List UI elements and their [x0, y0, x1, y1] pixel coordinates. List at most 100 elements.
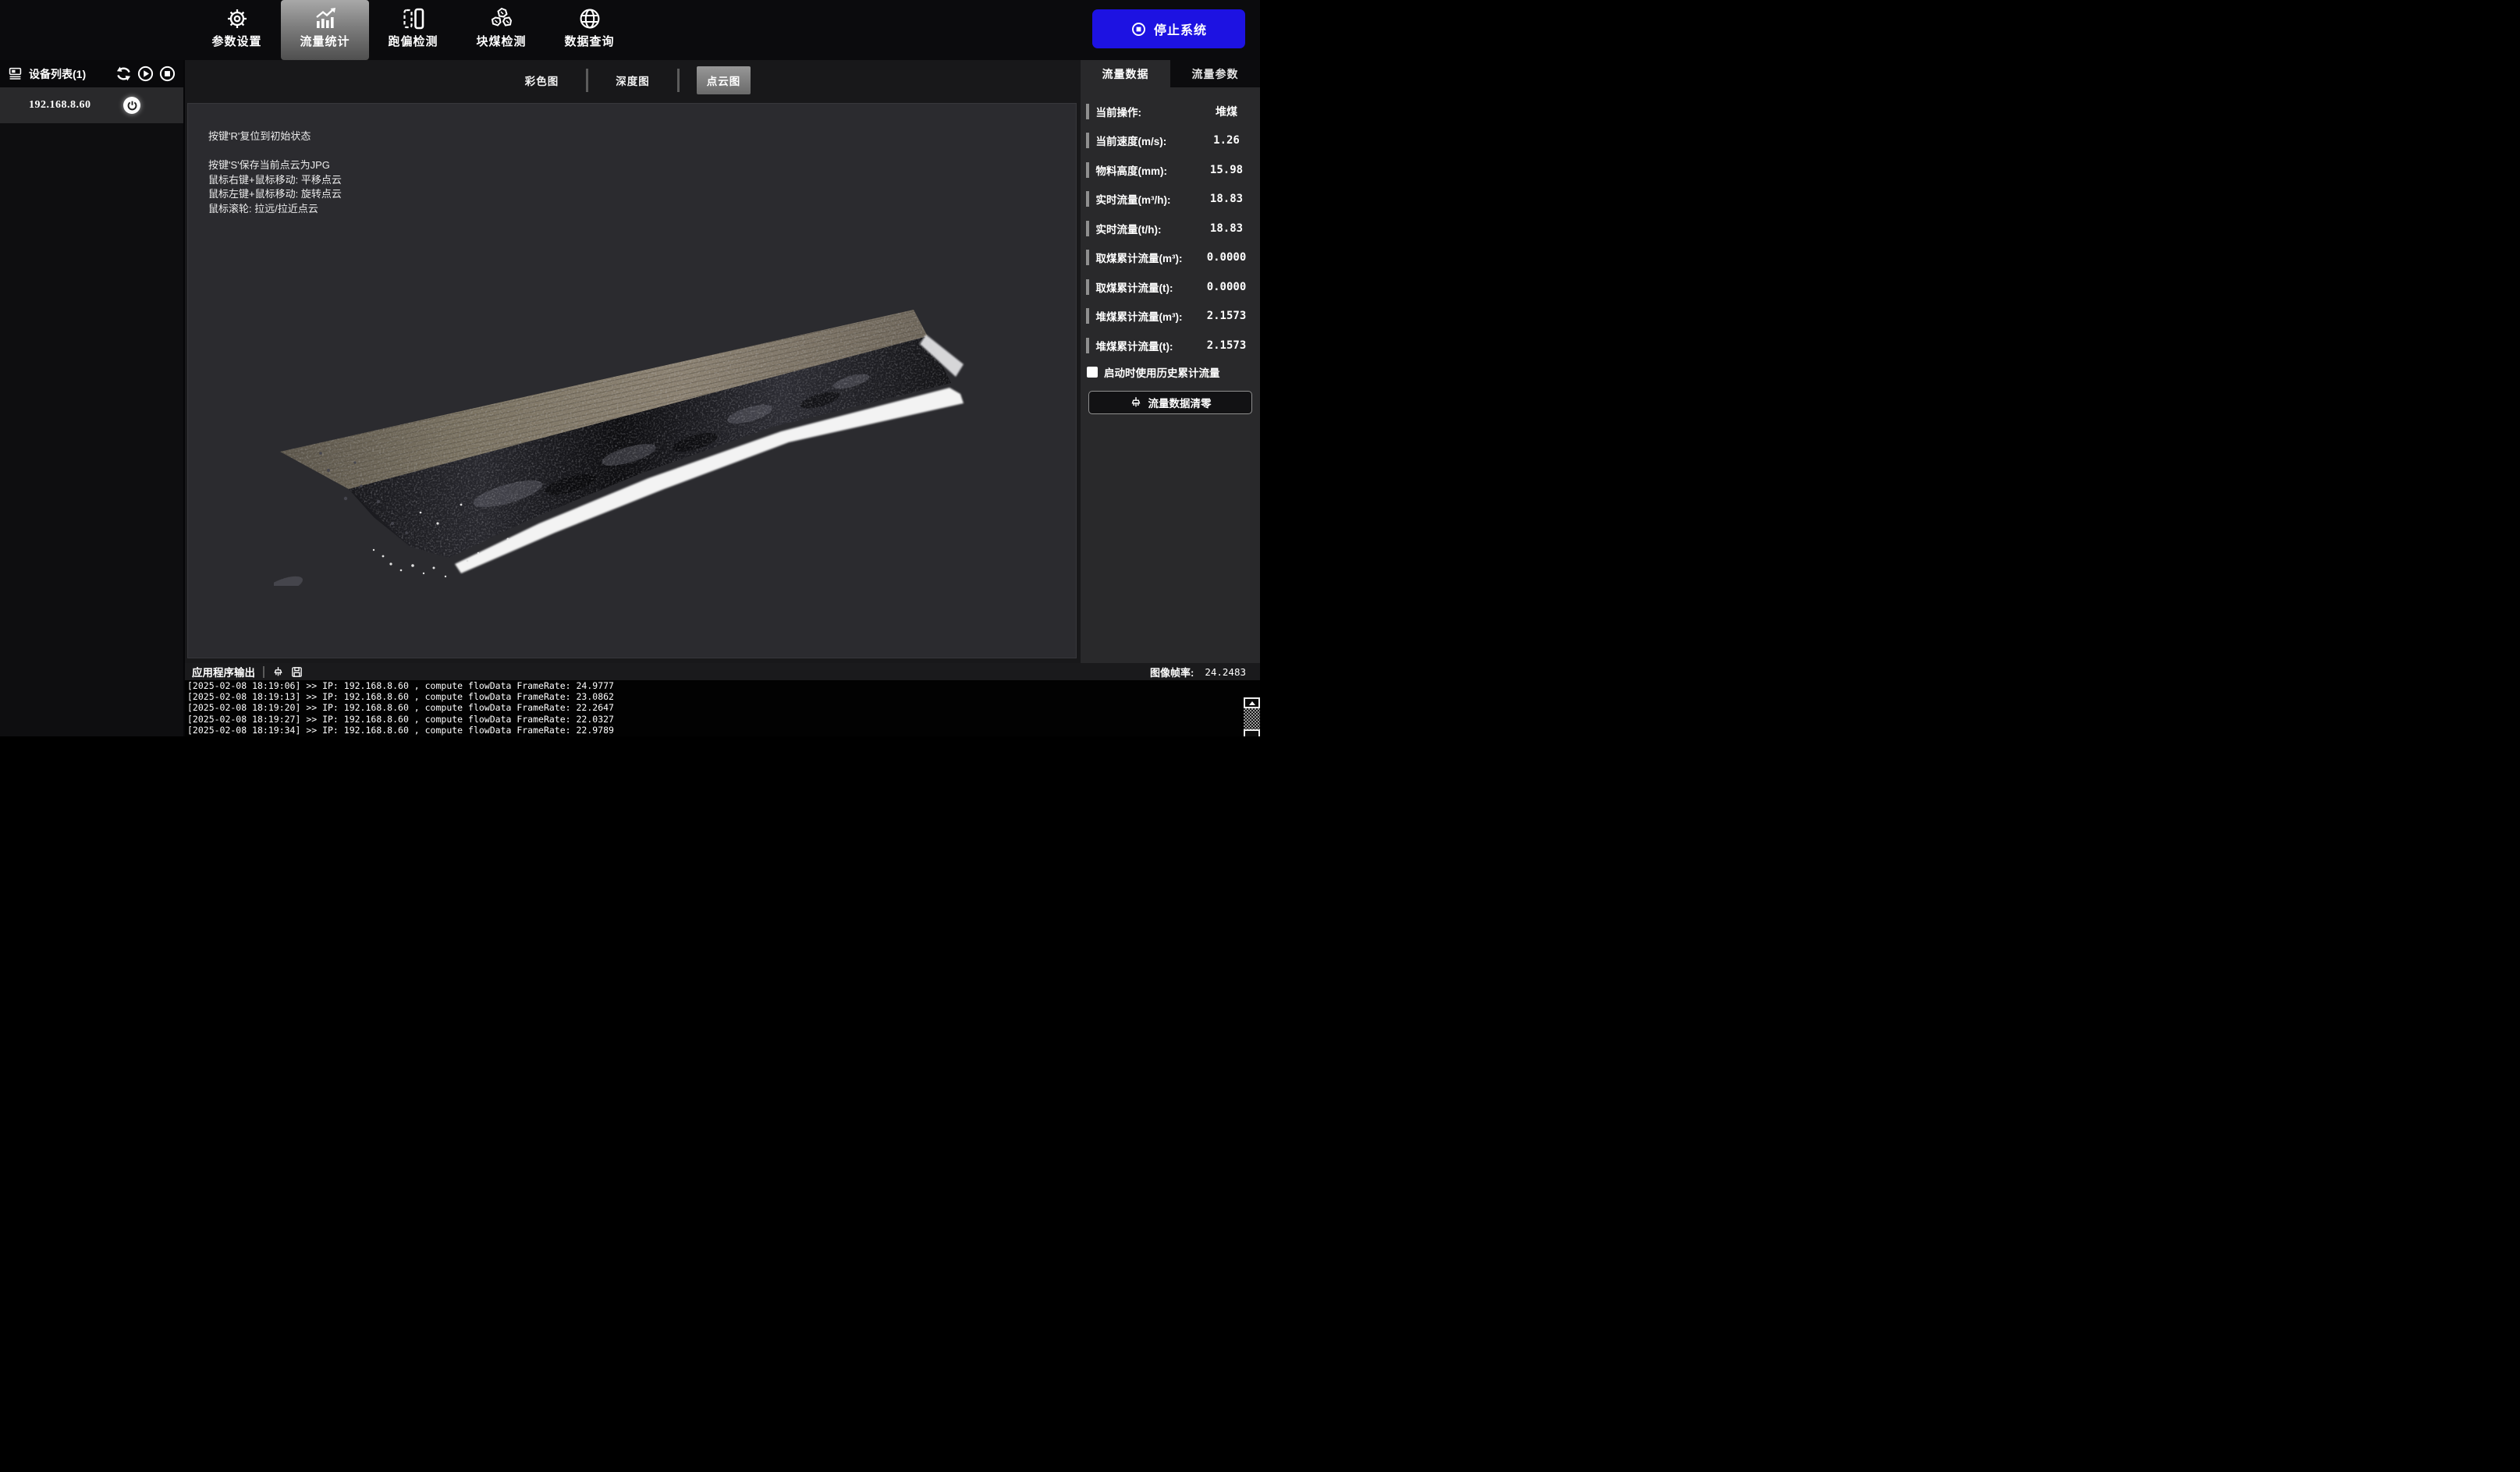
app-window: 参数设置 流量统计 — [0, 0, 1260, 736]
instruction-line: 鼠标左键+鼠标移动: 旋转点云 — [208, 187, 342, 202]
log-lines: [2025-02-08 18:19:06] >> IP: 192.168.8.6… — [185, 680, 1260, 736]
device-row[interactable]: 192.168.8.60 — [0, 87, 183, 123]
nav-item-deviation-detection[interactable]: 跑偏检测 — [369, 0, 457, 60]
globe-icon — [578, 6, 602, 31]
device-list-icon — [8, 66, 23, 81]
row-value: 0.0000 — [1193, 251, 1260, 264]
nav-label: 数据查询 — [564, 33, 614, 49]
gear-icon — [225, 6, 249, 31]
row-marker — [1086, 104, 1089, 119]
tab-depth-image[interactable]: 深度图 — [605, 66, 660, 94]
frame-rate-value: 24.2483 — [1205, 666, 1246, 678]
stop-all-button[interactable] — [159, 66, 176, 82]
arrow-up-icon — [1249, 701, 1255, 705]
application-output-panel: 应用程序输出 图像帧率: 24.2483 [2025-02-08 — [185, 663, 1260, 736]
nav-label: 流量统计 — [300, 33, 350, 49]
clear-flow-data-button[interactable]: 流量数据清零 — [1088, 391, 1252, 414]
device-list-title: 设备列表(1) — [29, 66, 110, 82]
row-value: 18.83 — [1193, 193, 1260, 205]
log-line: [2025-02-08 18:19:13] >> IP: 192.168.8.6… — [185, 691, 1260, 702]
row-value: 15.98 — [1193, 164, 1260, 176]
log-line: [2025-02-08 18:19:27] >> IP: 192.168.8.6… — [185, 714, 1260, 725]
tab-separator — [677, 69, 680, 92]
point-cloud-render[interactable] — [274, 289, 976, 586]
row-label: 取煤累计流量(m³): — [1096, 250, 1194, 265]
device-list-header: 设备列表(1) — [0, 60, 183, 87]
tab-color-image[interactable]: 彩色图 — [515, 66, 570, 94]
flow-data-row: 取煤累计流量(t): 0.0000 — [1081, 272, 1260, 302]
flow-data-row: 堆煤累计流量(t): 2.1573 — [1081, 331, 1260, 360]
log-line: [2025-02-08 18:19:34] >> IP: 192.168.8.6… — [185, 725, 1260, 736]
clear-button-label: 流量数据清零 — [1148, 395, 1212, 410]
nav-item-flow-statistics[interactable]: 流量统计 — [281, 0, 369, 60]
tab-point-cloud[interactable]: 点云图 — [697, 66, 751, 94]
stop-system-label: 停止系统 — [1154, 20, 1207, 38]
log-scrollbar[interactable] — [1244, 697, 1260, 736]
row-label: 取煤累计流量(t): — [1096, 279, 1194, 295]
flow-data-row: 当前速度(m/s): 1.26 — [1081, 126, 1260, 156]
log-line: [2025-02-08 18:19:20] >> IP: 192.168.8.6… — [185, 702, 1260, 713]
scrollbar-track[interactable] — [1244, 708, 1260, 729]
flow-data-row: 堆煤累计流量(m³): 2.1573 — [1081, 302, 1260, 332]
save-log-icon[interactable] — [291, 666, 303, 678]
log-output[interactable]: [2025-02-08 18:19:06] >> IP: 192.168.8.6… — [185, 680, 1260, 736]
flow-data-rows: 当前操作: 堆煤 当前速度(m/s): 1.26 物料高度(mm): 15.98 — [1081, 97, 1260, 360]
row-marker — [1086, 191, 1089, 207]
row-marker — [1086, 250, 1089, 265]
stop-circle-icon — [1130, 21, 1147, 37]
row-marker — [1086, 279, 1089, 295]
tab-flow-data[interactable]: 流量数据 — [1081, 60, 1170, 87]
power-icon[interactable] — [123, 97, 140, 114]
flow-data-row: 实时流量(m³/h): 18.83 — [1081, 185, 1260, 215]
row-label: 堆煤累计流量(t): — [1096, 338, 1194, 353]
refresh-devices-button[interactable] — [115, 66, 132, 82]
start-all-button[interactable] — [137, 66, 154, 82]
row-marker — [1086, 308, 1089, 324]
nav-item-parameter-settings[interactable]: 参数设置 — [193, 0, 281, 60]
scroll-up-button[interactable] — [1244, 697, 1260, 708]
view-tabs: 彩色图 深度图 点云图 — [185, 66, 1081, 95]
flow-data-panel: 流量数据 流量参数 当前操作: 堆煤 当前速度(m/s): 1.26 — [1081, 60, 1260, 663]
flow-data-row: 实时流量(t/h): 18.83 — [1081, 214, 1260, 243]
row-value: 2.1573 — [1193, 339, 1260, 352]
scrollbar-thumb[interactable] — [1244, 729, 1260, 736]
instruction-line: 按键'R'复位到初始状态 — [208, 129, 342, 144]
stop-system-button[interactable]: 停止系统 — [1092, 9, 1245, 48]
row-value: 0.0000 — [1193, 281, 1260, 293]
instruction-line: 鼠标右键+鼠标移动: 平移点云 — [208, 173, 342, 188]
row-label: 实时流量(t/h): — [1096, 221, 1194, 236]
nav-label: 块煤检测 — [476, 33, 526, 49]
nav-item-coal-detection[interactable]: 块煤检测 — [457, 0, 545, 60]
row-label: 当前操作: — [1096, 104, 1194, 119]
top-toolbar: 参数设置 流量统计 — [0, 0, 1260, 60]
log-title: 应用程序输出 — [192, 664, 255, 679]
clear-log-brush-icon[interactable] — [272, 666, 284, 678]
main-nav: 参数设置 流量统计 — [193, 0, 634, 60]
flow-data-row: 当前操作: 堆煤 — [1081, 97, 1260, 126]
flow-panel-tabs: 流量数据 流量参数 — [1081, 60, 1260, 87]
tab-flow-parameters[interactable]: 流量参数 — [1170, 60, 1260, 87]
device-sidebar: 设备列表(1) 192.168.8.60 — [0, 60, 183, 736]
instruction-line — [208, 144, 342, 159]
nav-item-data-query[interactable]: 数据查询 — [545, 0, 634, 60]
row-label: 当前速度(m/s): — [1096, 133, 1194, 148]
row-label: 物料高度(mm): — [1096, 162, 1194, 178]
row-marker — [1086, 338, 1089, 353]
point-cloud-viewport[interactable]: 按键'R'复位到初始状态按键'S'保存当前点云为JPG鼠标右键+鼠标移动: 平移… — [187, 103, 1077, 658]
nav-label: 参数设置 — [211, 33, 261, 49]
row-marker — [1086, 221, 1089, 236]
belt-deviation-icon — [402, 6, 425, 31]
row-value: 堆煤 — [1193, 104, 1260, 119]
main-view-area: 彩色图 深度图 点云图 按键'R'复位到初始状态按键'S'保存当前点云为JPG鼠… — [185, 60, 1081, 663]
checkbox-icon[interactable] — [1087, 367, 1098, 378]
log-header: 应用程序输出 图像帧率: 24.2483 — [185, 663, 1260, 680]
flow-data-row: 物料高度(mm): 15.98 — [1081, 155, 1260, 185]
row-label: 实时流量(m³/h): — [1096, 191, 1194, 207]
tab-separator — [586, 69, 588, 92]
log-line: [2025-02-08 18:19:06] >> IP: 192.168.8.6… — [185, 680, 1260, 691]
checkbox-label: 启动时使用历史累计流量 — [1104, 364, 1220, 380]
device-ip: 192.168.8.60 — [29, 99, 91, 112]
nav-label: 跑偏检测 — [388, 33, 438, 49]
row-value: 18.83 — [1193, 222, 1260, 235]
use-history-checkbox-row[interactable]: 启动时使用历史累计流量 — [1087, 364, 1260, 380]
